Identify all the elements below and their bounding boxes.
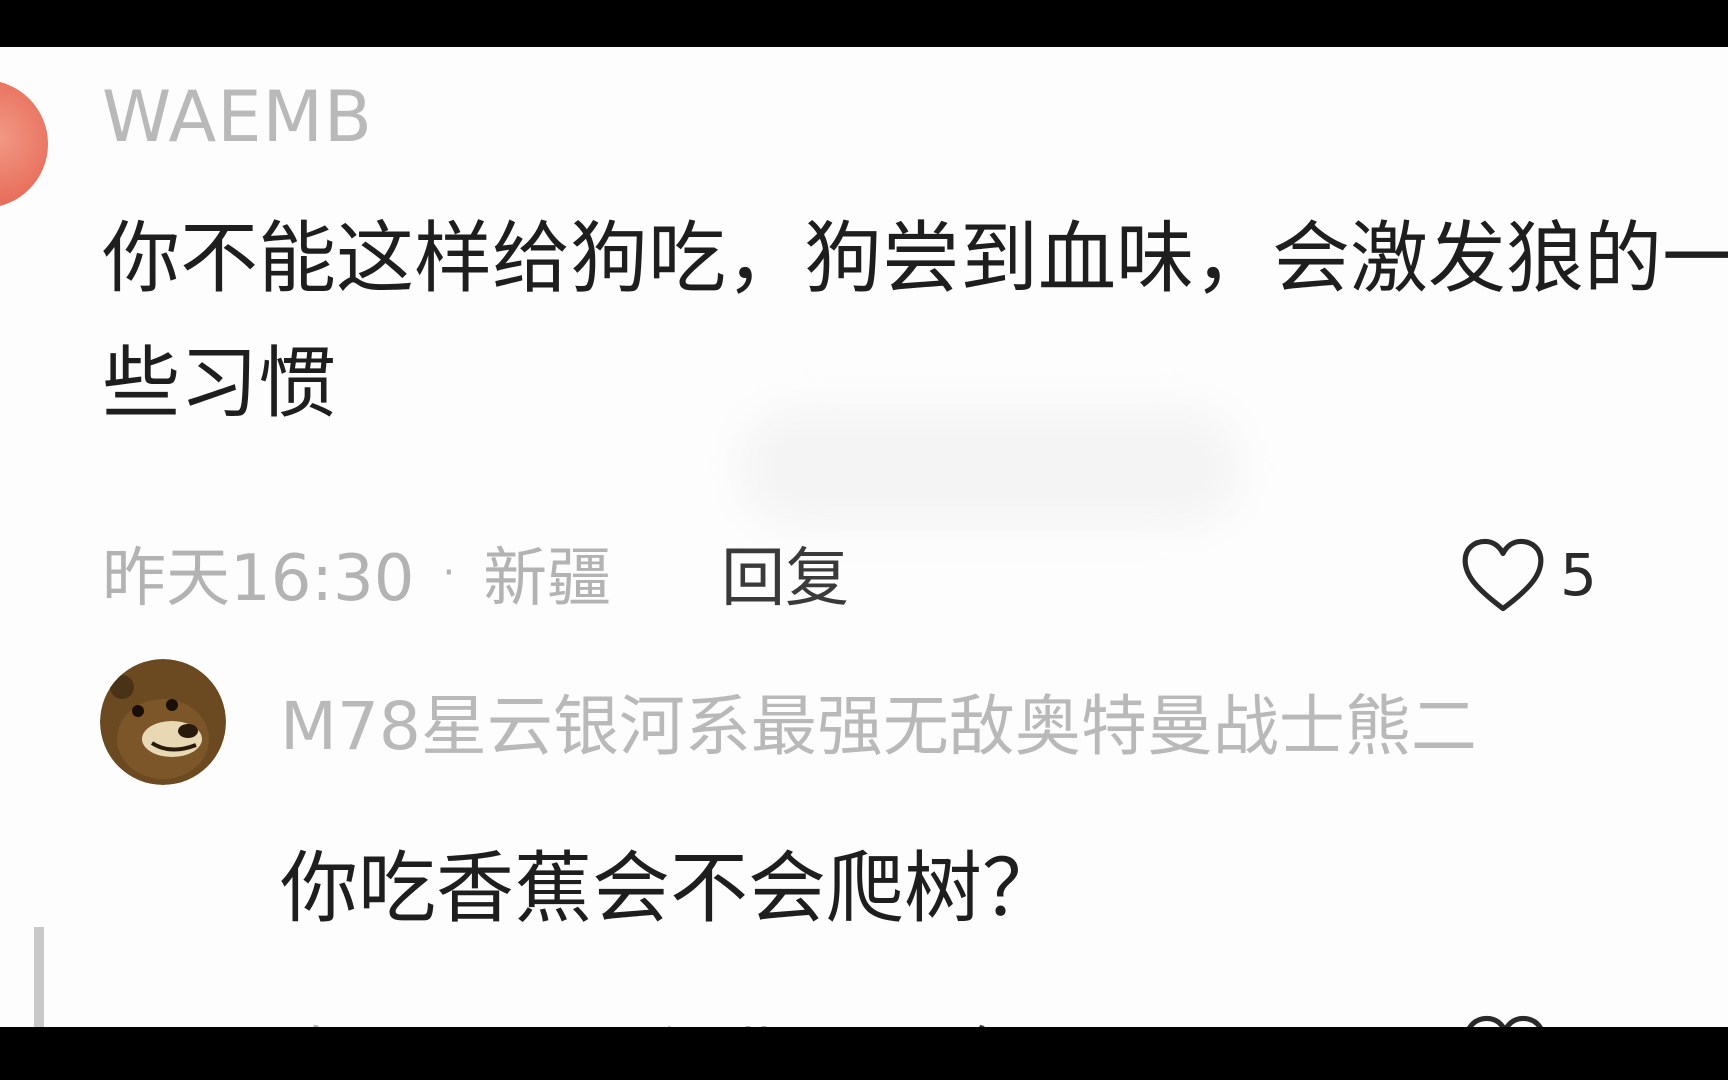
comment-location: 新疆 (483, 542, 612, 616)
comment-list: WAEMB 你不能这样给狗吃，狗尝到血味，会激发狼的一些习惯 昨天16:30 ·… (0, 47, 1728, 1027)
comment-username[interactable]: M78星云银河系最强无敌奥特曼战士熊二 (280, 689, 1477, 765)
letterbox-top (0, 0, 1728, 47)
comment-text: 你吃香蕉会不会爬树？ (280, 844, 1061, 934)
like-button[interactable]: 8 (1462, 1002, 1599, 1027)
thread-line (34, 927, 44, 1027)
comment-location: 河北 (661, 1006, 789, 1027)
bear-avatar-image (100, 659, 226, 785)
avatar[interactable] (100, 659, 226, 785)
like-count: 5 (1560, 541, 1597, 609)
reply-button[interactable]: 回复 (899, 1006, 1027, 1027)
comment-text: 你不能这样给狗吃，狗尝到血味，会激发狼的一些习惯 (102, 214, 1728, 429)
meta-separator: · (442, 550, 456, 596)
like-button[interactable]: 5 (1460, 525, 1597, 625)
comment-username[interactable]: WAEMB (102, 77, 373, 157)
avatar[interactable] (0, 80, 48, 208)
heart-outline-icon (1462, 538, 1544, 612)
like-count: 8 (1562, 1018, 1599, 1027)
comment-time: 昨天22:04 (280, 1006, 592, 1027)
heart-outline-icon (1467, 1015, 1543, 1027)
letterbox-bottom (0, 1027, 1728, 1080)
reply-button[interactable]: 回复 (721, 527, 849, 619)
comment-meta: 昨天16:30 · 新疆 回复 (102, 523, 849, 623)
comment-meta: 昨天22:04 · 河北 回复 (280, 1002, 1027, 1027)
comment-time: 昨天16:30 (102, 542, 415, 616)
